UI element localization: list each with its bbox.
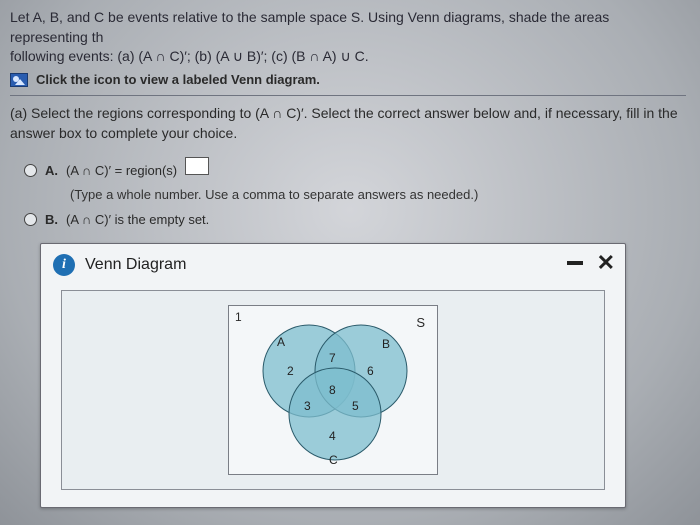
section-divider <box>10 95 686 96</box>
region-3-label: 3 <box>304 398 311 415</box>
choice-b-text: (A ∩ C)′ is the empty set. <box>66 211 209 229</box>
choice-b-radio[interactable] <box>24 213 37 226</box>
choice-b-letter: B. <box>45 211 58 229</box>
region-7-label: 7 <box>329 350 336 367</box>
set-c-label: C <box>329 452 338 469</box>
popup-body: 1 S A B C 2 6 7 8 3 5 4 <box>61 290 605 490</box>
region-2-label: 2 <box>287 363 294 380</box>
info-icon: i <box>53 254 75 276</box>
venn-container: 1 S A B C 2 6 7 8 3 5 4 <box>228 305 438 475</box>
region-6-label: 6 <box>367 363 374 380</box>
region-8-label: 8 <box>329 382 336 399</box>
popup-title: Venn Diagram <box>85 254 186 276</box>
close-icon[interactable]: ✕ <box>597 252 615 274</box>
set-b-label: B <box>382 336 390 353</box>
choice-a-text: (A ∩ C)′ = region(s) <box>66 162 177 180</box>
choice-a-radio[interactable] <box>24 164 37 177</box>
part-prompt-line2: answer box to complete your choice. <box>10 125 237 141</box>
part-prompt-line1: (a) Select the regions corresponding to … <box>10 105 678 121</box>
venn-popup: i Venn Diagram ✕ 1 S A B C 2 6 <box>40 243 626 508</box>
choice-a-answer-input[interactable] <box>185 157 209 175</box>
view-diagram-link[interactable]: Click the icon to view a labeled Venn di… <box>36 71 320 89</box>
choice-a-letter: A. <box>45 162 58 180</box>
problem-line2: following events: (a) (A ∩ C)′; (b) (A ∪… <box>10 48 369 64</box>
region-4-label: 4 <box>329 428 336 445</box>
minimize-icon[interactable] <box>567 261 583 265</box>
choice-a-hint: (Type a whole number. Use a comma to sep… <box>70 186 686 204</box>
view-diagram-icon[interactable] <box>10 73 28 87</box>
set-a-label: A <box>277 334 285 351</box>
region-5-label: 5 <box>352 398 359 415</box>
problem-line1: Let A, B, and C be events relative to th… <box>10 9 609 45</box>
